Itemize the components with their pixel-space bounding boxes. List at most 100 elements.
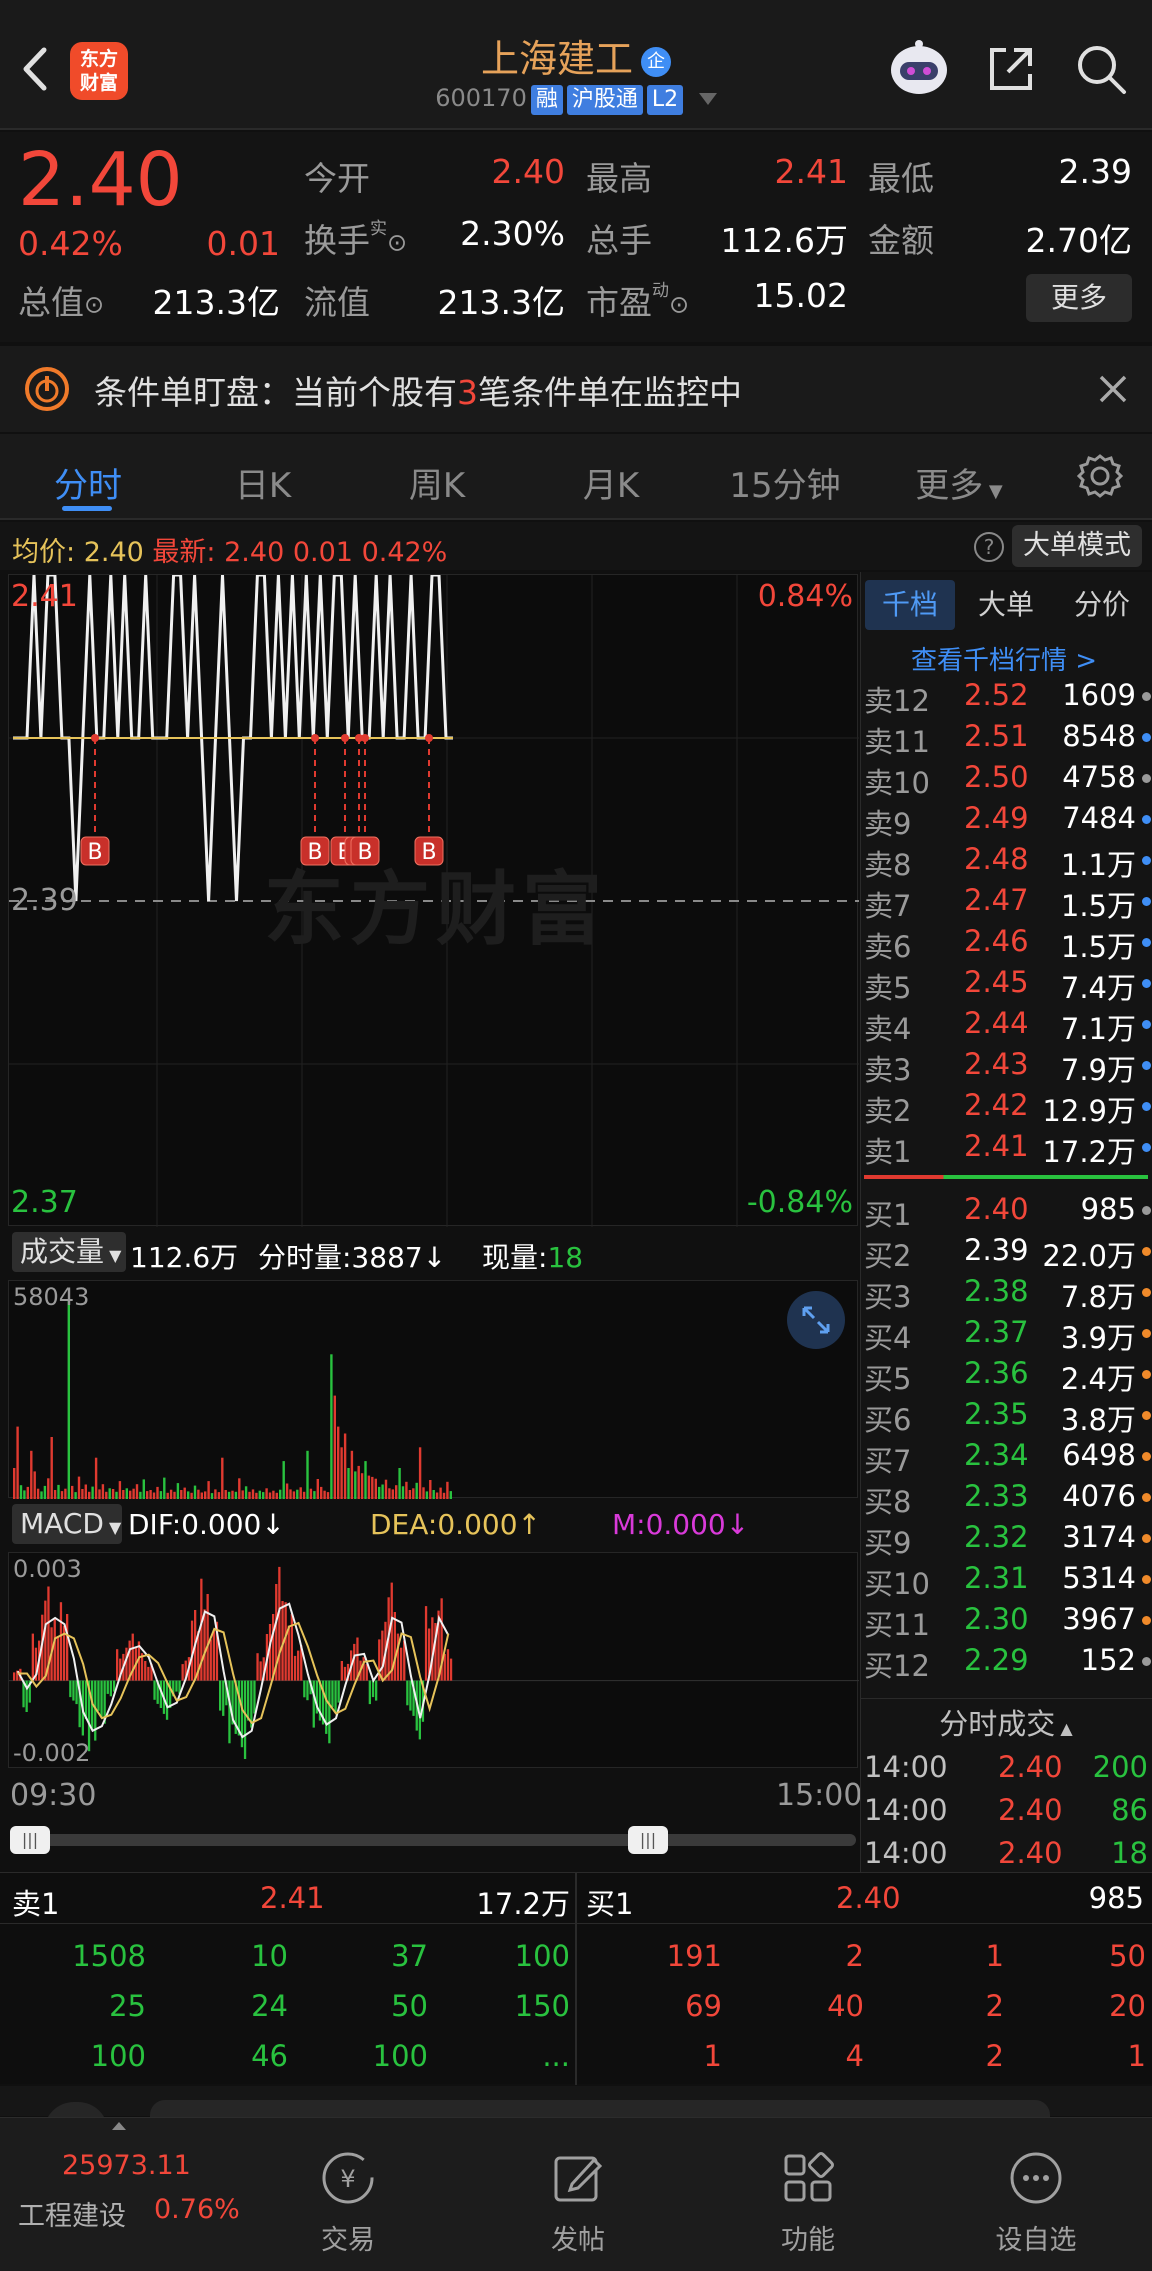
- tab-week-k[interactable]: 周K: [352, 458, 522, 507]
- scroll-handle-left[interactable]: |||: [10, 1826, 50, 1854]
- turnover-label[interactable]: 换手实⊙: [304, 214, 407, 262]
- macd-histogram-bar: [181, 1664, 184, 1681]
- volume-bar: [221, 1457, 224, 1499]
- ob-level-price: 2.49: [964, 801, 1029, 835]
- ask-row[interactable]: 卖8 2.48 1.1万: [864, 840, 1152, 882]
- ob-view-thousand-link[interactable]: 查看千档行情 >: [911, 640, 1097, 677]
- bid-row[interactable]: 买5 2.36 2.4万: [864, 1354, 1152, 1396]
- macd-histogram-bar: [72, 1680, 75, 1701]
- ask-row[interactable]: 卖12 2.52 1609: [864, 676, 1152, 718]
- tab-intraday[interactable]: 分时: [3, 458, 173, 507]
- amount-label: 金额: [868, 221, 934, 260]
- ob-tab-big-order[interactable]: 大单: [961, 580, 1051, 630]
- tab-day-k[interactable]: 日K: [178, 458, 348, 507]
- search-icon[interactable]: [1074, 42, 1128, 96]
- pe-label[interactable]: 市盈动⊙: [586, 276, 689, 324]
- caret-down-icon: ▼: [983, 481, 1003, 502]
- more-button[interactable]: 更多: [1026, 274, 1132, 322]
- ob-level-label: 卖1: [864, 1135, 912, 1169]
- ob-level-volume: 1.1万: [1060, 848, 1136, 882]
- ob-level-dot: [1142, 1143, 1151, 1152]
- ask-row[interactable]: 卖3 2.43 7.9万: [864, 1045, 1152, 1087]
- volume-bar: [350, 1450, 354, 1499]
- bid-row[interactable]: 买2 2.39 22.0万: [864, 1231, 1152, 1273]
- bid-row[interactable]: 买3 2.38 7.8万: [864, 1272, 1152, 1314]
- expand-icon[interactable]: [787, 1291, 845, 1349]
- volume-bar: [296, 1489, 299, 1499]
- ask-row[interactable]: 卖2 2.42 12.9万: [864, 1086, 1152, 1128]
- nav-add-watchlist[interactable]: 设自选: [976, 2148, 1096, 2257]
- volume-indicator-select[interactable]: 成交量 ▼: [12, 1232, 126, 1272]
- stock-title[interactable]: 上海建工企: [0, 28, 1152, 83]
- nav-trade[interactable]: ¥ 交易: [288, 2148, 408, 2257]
- ob-level-label: 卖7: [864, 889, 912, 923]
- ob-level-price: 2.52: [964, 678, 1029, 712]
- ob-tab-thousand[interactable]: 千档: [865, 580, 955, 630]
- bid-row[interactable]: 买11 2.30 3967: [864, 1600, 1152, 1642]
- volume-bar: [115, 1491, 118, 1499]
- robot-assistant-icon[interactable]: [888, 38, 950, 100]
- current-price: 2.40: [18, 137, 183, 223]
- bid-row[interactable]: 买1 2.40 985: [864, 1190, 1152, 1232]
- ask-row[interactable]: 卖1 2.41 17.2万: [864, 1127, 1152, 1169]
- bid-row[interactable]: 买10 2.31 5314: [864, 1559, 1152, 1601]
- nav-post[interactable]: 发帖: [518, 2148, 638, 2257]
- ob-level-price: 2.43: [964, 1047, 1029, 1081]
- bid-row[interactable]: 买8 2.33 4076: [864, 1477, 1152, 1519]
- settings-icon[interactable]: [1076, 452, 1124, 500]
- volume-bar: [320, 1486, 323, 1499]
- bid-row[interactable]: 买7 2.34 6498: [864, 1436, 1152, 1478]
- nav-functions[interactable]: 功能: [748, 2148, 868, 2257]
- macd-histogram-bar: [256, 1653, 259, 1681]
- dropdown-caret-icon[interactable]: [698, 93, 717, 105]
- ask-row[interactable]: 卖4 2.44 7.1万: [864, 1004, 1152, 1046]
- nav-index-name[interactable]: 工程建设: [18, 2194, 126, 2233]
- open-value: 2.40: [491, 152, 565, 191]
- volume-bar: [384, 1479, 388, 1499]
- tab-15min[interactable]: 15分钟: [700, 458, 870, 507]
- macd-chart[interactable]: 0.003 -0.002: [8, 1552, 859, 1768]
- share-icon[interactable]: [984, 42, 1038, 96]
- nav-index-value[interactable]: 25973.11: [62, 2150, 191, 2181]
- ask-row[interactable]: 卖7 2.47 1.5万: [864, 881, 1152, 923]
- ob-level-label: 买2: [864, 1239, 912, 1273]
- help-icon[interactable]: ?: [974, 532, 1004, 562]
- trades-title[interactable]: 分时成交 ▲: [860, 1698, 1152, 1741]
- ob-tab-price-dist[interactable]: 分价: [1057, 580, 1147, 630]
- volume-bar: [302, 1491, 306, 1499]
- volume-bar: [357, 1465, 360, 1499]
- market-cap-label[interactable]: 总值⊙: [18, 276, 104, 324]
- volume-bar: [337, 1426, 340, 1499]
- tab-month-k[interactable]: 月K: [526, 458, 696, 507]
- close-icon[interactable]: [1096, 372, 1130, 406]
- macd-histogram-bar: [287, 1625, 290, 1681]
- time-scrollbar-track[interactable]: [10, 1834, 856, 1846]
- bid-row[interactable]: 买6 2.35 3.8万: [864, 1395, 1152, 1437]
- tab-more[interactable]: 更多 ▼: [874, 458, 1044, 507]
- macd-indicator-select[interactable]: MACD ▼: [12, 1504, 122, 1544]
- ob-level-price: 2.51: [964, 719, 1029, 753]
- high-value: 2.41: [774, 152, 848, 191]
- ask-row[interactable]: 卖11 2.51 8548: [864, 717, 1152, 759]
- ask-row[interactable]: 卖5 2.45 7.4万: [864, 963, 1152, 1005]
- big-order-mode-button[interactable]: 大单模式: [1012, 525, 1142, 567]
- volume-chart[interactable]: 58043: [8, 1280, 858, 1499]
- macd-histogram-bar: [449, 1658, 453, 1681]
- bid-row[interactable]: 买12 2.29 152: [864, 1641, 1152, 1683]
- condition-order-banner[interactable]: 条件单盯盘：当前个股有3笔条件单在监控中: [0, 346, 1152, 432]
- ask-row[interactable]: 卖9 2.49 7484: [864, 799, 1152, 841]
- bid-row[interactable]: 买4 2.37 3.9万: [864, 1313, 1152, 1355]
- l2-sell-label: 卖1: [12, 1887, 60, 1921]
- macd-histogram-bar: [209, 1639, 212, 1681]
- ask-row[interactable]: 卖10 2.50 4758: [864, 758, 1152, 800]
- ask-row[interactable]: 卖6 2.46 1.5万: [864, 922, 1152, 964]
- bid-row[interactable]: 买9 2.32 3174: [864, 1518, 1152, 1560]
- top-price-label: 2.41: [11, 579, 78, 614]
- volume-bar: [197, 1489, 200, 1499]
- scroll-handle-right[interactable]: |||: [628, 1826, 668, 1854]
- volume-bar: [173, 1491, 176, 1499]
- stock-name: 上海建工: [480, 37, 633, 81]
- buy-marker-dot: [361, 734, 369, 742]
- intraday-price-chart[interactable]: BBBBBB 东方财富 2.41 2.39 2.37 0.84% -0.84%: [8, 574, 859, 1227]
- ob-level-label: 买9: [864, 1526, 912, 1560]
